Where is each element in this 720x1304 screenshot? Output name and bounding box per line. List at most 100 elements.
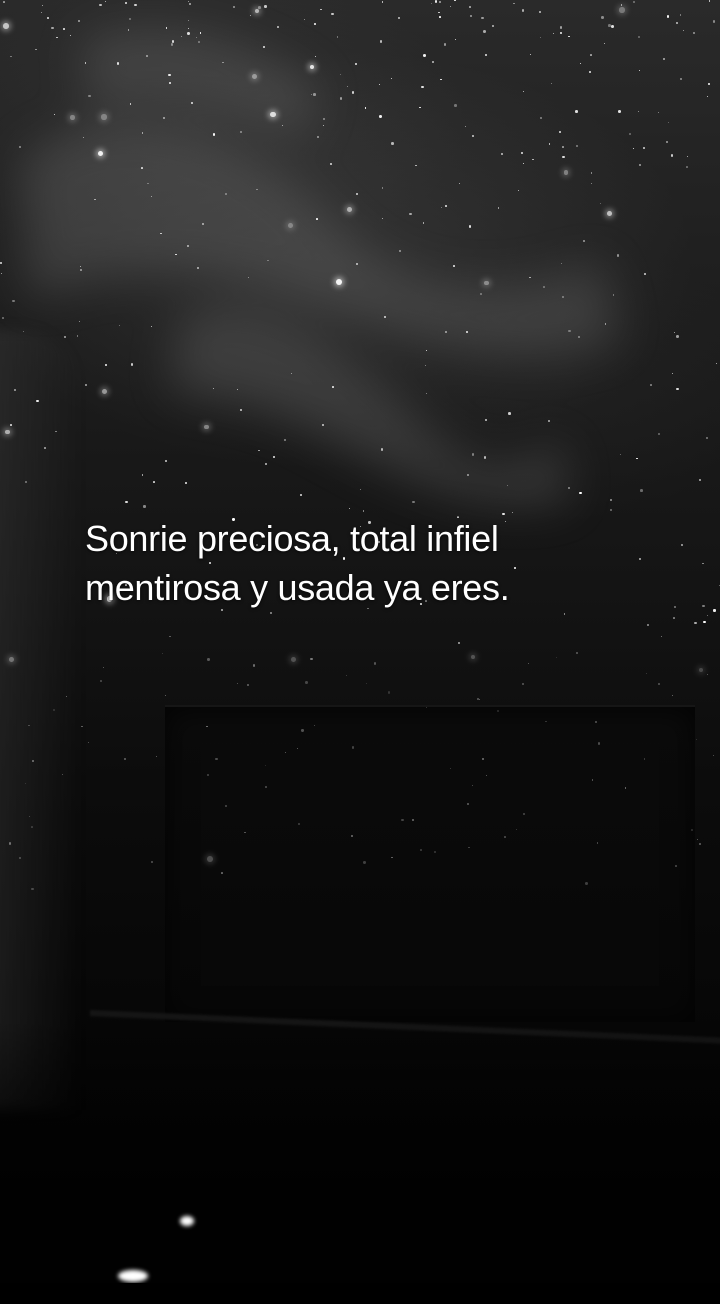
star-dot	[575, 651, 579, 654]
star-dot	[345, 675, 348, 677]
star-dot	[609, 508, 612, 511]
star-dot	[70, 115, 75, 120]
star-dot	[381, 217, 384, 220]
star-dot	[18, 145, 22, 148]
star-dot	[708, 0, 711, 2]
star-dot	[453, 264, 456, 267]
star-dot	[146, 55, 148, 57]
star-dot	[354, 63, 357, 66]
star-dot	[673, 617, 675, 619]
star-dot	[702, 604, 705, 608]
star-dot	[713, 609, 716, 612]
star-dot	[665, 140, 669, 144]
star-dot	[336, 279, 343, 285]
star-dot	[682, 29, 685, 32]
star-dot	[501, 152, 504, 156]
star-dot	[141, 474, 144, 476]
star-dot	[532, 158, 534, 160]
star-dot	[421, 85, 424, 89]
star-dot	[35, 48, 38, 51]
star-dot	[706, 437, 709, 440]
star-dot	[161, 652, 163, 654]
star-dot	[511, 511, 513, 513]
star-dot	[187, 27, 190, 30]
star-dot	[522, 682, 525, 685]
star-dot	[616, 254, 619, 257]
star-dot	[94, 199, 96, 201]
star-dot	[236, 683, 238, 685]
star-dot	[480, 293, 483, 295]
star-dot	[188, 19, 190, 21]
star-dot	[540, 116, 543, 119]
star-dot	[440, 78, 442, 81]
star-dot	[562, 146, 564, 148]
caption-line-2: mentirosa y usada ya eres.	[85, 567, 510, 608]
star-dot	[380, 448, 383, 451]
star-dot	[127, 28, 130, 31]
star-dot	[305, 681, 308, 684]
bottom-bar	[0, 1283, 720, 1304]
star-dot	[528, 662, 530, 664]
star-dot	[212, 387, 214, 389]
star-dot	[529, 53, 531, 56]
star-dot	[1, 272, 3, 274]
star-dot	[255, 9, 260, 14]
star-dot	[438, 1, 442, 4]
star-dot	[98, 3, 102, 7]
star-dot	[620, 3, 623, 6]
star-dot	[116, 62, 120, 65]
star-dot	[676, 335, 679, 339]
star-dot	[610, 25, 614, 28]
star-dot	[674, 332, 676, 334]
star-dot	[365, 682, 367, 684]
star-dot	[320, 8, 322, 11]
star-dot	[518, 190, 520, 192]
star-dot	[562, 155, 565, 159]
star-dot	[559, 131, 562, 134]
star-dot	[187, 31, 190, 35]
star-dot	[99, 680, 102, 683]
star-dot	[497, 207, 499, 209]
star-dot	[79, 321, 81, 323]
star-dot	[212, 133, 216, 136]
star-dot	[713, 754, 715, 756]
star-dot	[98, 150, 104, 156]
star-dot	[248, 276, 250, 278]
star-dot	[638, 163, 641, 166]
star-dot	[471, 134, 475, 138]
star-dot	[703, 620, 706, 624]
star-dot	[466, 473, 469, 477]
star-dot	[204, 424, 209, 430]
star-dot	[69, 34, 71, 36]
star-dot	[485, 418, 488, 422]
video-frame[interactable]: Sonrie preciosa, total infiel mentirosa …	[0, 0, 720, 1304]
star-dot	[336, 36, 339, 38]
star-dot	[186, 244, 190, 248]
star-dot	[141, 167, 143, 169]
star-dot	[674, 605, 677, 608]
star-dot	[458, 182, 460, 185]
star-dot	[568, 329, 571, 333]
star-dot	[552, 33, 554, 35]
star-dot	[575, 110, 578, 113]
star-dot	[579, 62, 581, 64]
star-dot	[63, 336, 66, 339]
star-dot	[42, 4, 44, 6]
star-dot	[465, 331, 468, 334]
star-dot	[267, 259, 269, 262]
star-dot	[562, 295, 565, 298]
star-dot	[80, 269, 82, 271]
star-dot	[276, 26, 279, 28]
star-dot	[513, 2, 515, 5]
star-dot	[322, 118, 326, 121]
star-dot	[699, 479, 702, 482]
star-dot	[170, 43, 174, 46]
star-dot	[444, 43, 447, 46]
star-dot	[101, 114, 107, 120]
star-dot	[379, 115, 382, 119]
star-dot	[657, 682, 660, 685]
star-dot	[628, 132, 631, 135]
star-dot	[647, 623, 650, 626]
star-dot	[563, 612, 566, 615]
star-dot	[222, 61, 225, 64]
